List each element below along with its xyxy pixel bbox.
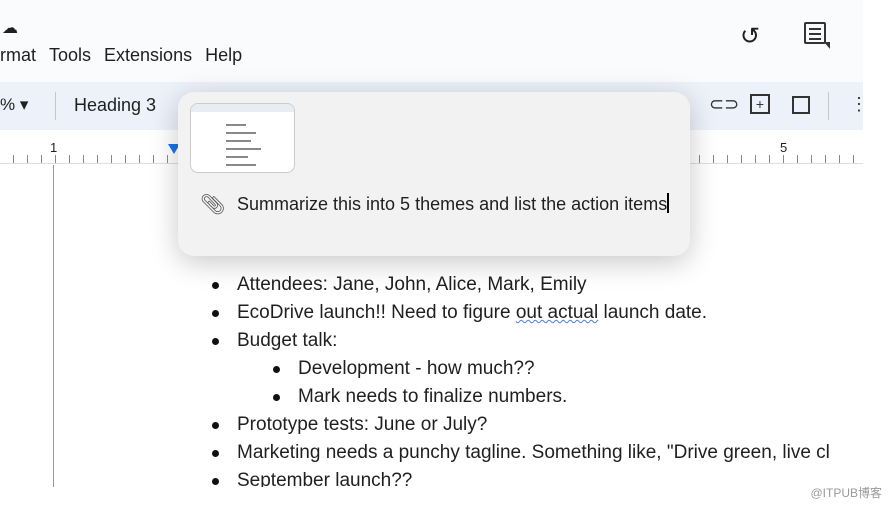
divider xyxy=(55,92,56,120)
list-item: Development - how much?? xyxy=(273,355,535,383)
text: EcoDrive launch!! Need to figure xyxy=(237,302,516,323)
list-item: Mark needs to finalize numbers. xyxy=(272,383,567,411)
prompt-input[interactable]: Summarize this into 5 themes and list th… xyxy=(237,191,677,217)
ai-prompt-popup: 📎︎ Summarize this into 5 themes and list… xyxy=(178,92,690,256)
divider xyxy=(828,92,829,120)
comments-icon[interactable] xyxy=(804,22,830,49)
list-item: Prototype tests: June or July? xyxy=(211,411,487,439)
spelling-suggestion[interactable]: out actual xyxy=(516,302,598,323)
menu-bar: rmat Tools Extensions Help xyxy=(0,45,242,66)
zoom-select[interactable]: % ▾ xyxy=(0,95,28,115)
paperclip-icon[interactable]: 📎︎ xyxy=(200,192,225,217)
text-caret xyxy=(667,193,669,213)
text: launch date. xyxy=(598,302,708,323)
ruler-mark: 1 xyxy=(50,140,58,155)
ruler-mark: 5 xyxy=(780,140,788,155)
docs-window: ☁ rmat Tools Extensions Help ↺ % ▾ Headi… xyxy=(0,0,863,487)
menu-tools[interactable]: Tools xyxy=(49,45,91,66)
screenshot-thumbnail[interactable] xyxy=(190,103,295,173)
cloud-saved-icon: ☁ xyxy=(2,20,18,37)
version-history-icon[interactable]: ↺ xyxy=(740,22,760,51)
watermark: @ITPUB博客 xyxy=(810,486,882,500)
prompt-text: Summarize this into 5 themes and list th… xyxy=(237,194,668,214)
menu-extensions[interactable]: Extensions xyxy=(104,45,192,66)
add-comment-icon[interactable]: + xyxy=(750,94,770,114)
list-item: Marketing needs a punchy tagline. Someth… xyxy=(212,439,830,467)
top-bar: ☁ rmat Tools Extensions Help ↺ xyxy=(0,0,863,82)
page-margin-line xyxy=(53,165,54,487)
menu-format[interactable]: rmat xyxy=(0,45,36,66)
list-item: September launch?? xyxy=(211,467,412,487)
link-icon[interactable]: ⊂⊃ xyxy=(709,94,739,115)
list-item: Budget talk: xyxy=(211,327,337,355)
list-item: EcoDrive launch!! Need to figure out act… xyxy=(211,299,708,327)
insert-image-icon[interactable] xyxy=(792,96,810,114)
style-select[interactable]: Heading 3 xyxy=(74,95,156,116)
more-options-icon[interactable]: ⋮ xyxy=(850,94,863,115)
menu-help[interactable]: Help xyxy=(205,45,242,66)
list-item: Attendees: Jane, John, Alice, Mark, Emil… xyxy=(212,271,587,299)
